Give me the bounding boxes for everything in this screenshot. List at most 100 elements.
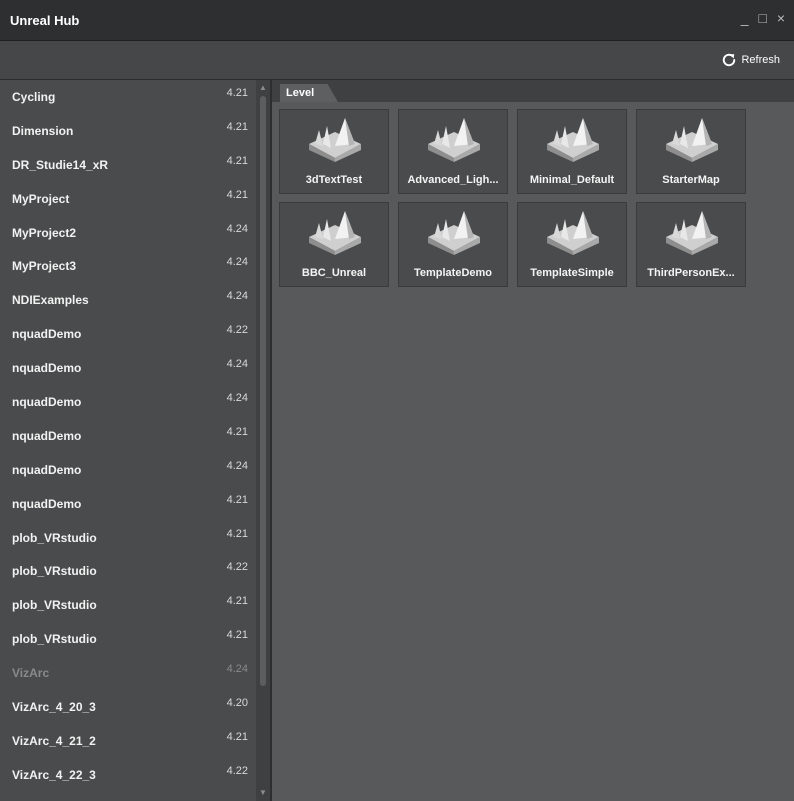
level-name: BBC_Unreal <box>301 267 367 279</box>
tab-strip: Level <box>272 80 794 102</box>
project-list-item[interactable]: MyProject3 4.24 <box>0 249 256 283</box>
level-browser: Level 3dTextTest Advanced_Ligh... Minimal_… <box>270 80 794 801</box>
engine-version: 4.21 <box>226 595 248 608</box>
project-name: nquadDemo <box>12 462 82 477</box>
level-map-icon <box>309 211 361 255</box>
engine-version: 4.24 <box>226 256 248 269</box>
level-tile[interactable]: BBC_Unreal <box>279 202 389 287</box>
engine-version: 4.22 <box>226 324 248 337</box>
project-name: nquadDemo <box>12 394 82 409</box>
engine-version: 4.24 <box>226 391 248 404</box>
project-name: nquadDemo <box>12 428 82 443</box>
engine-version: 4.21 <box>226 493 248 506</box>
engine-version: 4.21 <box>226 120 248 133</box>
project-list-item[interactable]: plob_VRstudio 4.21 <box>0 622 256 656</box>
project-name: VizArc_4_21_2 <box>12 733 96 748</box>
level-name: Minimal_Default <box>529 174 615 186</box>
project-name: DR_Studie14_xR <box>12 157 109 172</box>
project-name: nquadDemo <box>12 327 82 342</box>
level-map-icon <box>547 211 599 255</box>
project-list: Cycling 4.21 Dimension 4.21 DR_Studie14_xR 4.… <box>0 80 256 801</box>
level-map-icon <box>547 118 599 162</box>
level-map-icon <box>666 211 718 255</box>
refresh-icon <box>723 53 736 67</box>
engine-version: 4.22 <box>226 561 248 574</box>
project-list-item[interactable]: VizArc_4_22_3 4.22 <box>0 758 256 792</box>
app-title: Unreal Hub <box>10 13 80 28</box>
engine-version: 4.21 <box>226 154 248 167</box>
engine-version: 4.21 <box>226 730 248 743</box>
level-tile[interactable]: TemplateSimple <box>517 202 627 287</box>
project-list-item[interactable]: Cycling 4.21 <box>0 80 256 114</box>
project-name: nquadDemo <box>12 361 82 376</box>
project-list-item[interactable]: plob_VRstudio 4.22 <box>0 554 256 588</box>
engine-version: 4.21 <box>226 527 248 540</box>
level-tile[interactable]: 3dTextTest <box>279 109 389 194</box>
level-map-icon <box>428 118 480 162</box>
level-name: TemplateDemo <box>413 267 493 279</box>
scroll-down-arrow-icon[interactable]: ▼ <box>258 788 268 798</box>
project-list-item[interactable]: nquadDemo 4.22 <box>0 317 256 351</box>
project-name: Cycling <box>12 89 56 104</box>
level-name: StarterMap <box>662 174 720 186</box>
engine-version: 4.24 <box>226 222 248 235</box>
engine-version: 4.21 <box>226 188 248 201</box>
engine-version: 4.24 <box>226 358 248 371</box>
project-list-item[interactable]: Dimension 4.21 <box>0 114 256 148</box>
project-list-item[interactable]: nquadDemo 4.24 <box>0 453 256 487</box>
refresh-label: Refresh <box>741 54 780 66</box>
project-list-scrollbar[interactable]: ▲ ▼ <box>256 80 270 801</box>
refresh-button[interactable]: Refresh <box>720 51 780 69</box>
project-name: Dimension <box>12 123 74 138</box>
minimize-button[interactable]: _ <box>740 10 752 26</box>
level-name: 3dTextTest <box>305 174 363 186</box>
scrollbar-thumb[interactable] <box>260 96 266 686</box>
level-tile[interactable]: StarterMap <box>636 109 746 194</box>
engine-version: 4.22 <box>226 764 248 777</box>
level-map-icon <box>309 118 361 162</box>
project-list-item[interactable]: VizArc 4.24 <box>0 656 256 690</box>
project-list-item[interactable]: MyProject 4.21 <box>0 182 256 216</box>
project-name: MyProject3 <box>12 259 77 274</box>
project-name: plob_VRstudio <box>12 530 97 545</box>
project-name: NDIExamples <box>12 293 89 308</box>
project-list-item[interactable]: NDIExamples 4.24 <box>0 283 256 317</box>
engine-version: 4.24 <box>226 290 248 303</box>
tab-level[interactable]: Level <box>280 84 338 102</box>
project-name: VizArc_4_22_3 <box>12 767 96 782</box>
level-tile[interactable]: TemplateDemo <box>398 202 508 287</box>
engine-version: 4.24 <box>226 663 248 676</box>
scroll-up-arrow-icon[interactable]: ▲ <box>258 83 268 93</box>
project-list-item[interactable]: VizArc_4_21_2 4.21 <box>0 724 256 758</box>
project-list-item[interactable]: plob_VRstudio 4.21 <box>0 588 256 622</box>
maximize-button[interactable]: □ <box>757 10 769 26</box>
level-map-icon <box>666 118 718 162</box>
engine-version: 4.20 <box>226 696 248 709</box>
level-tile[interactable]: Minimal_Default <box>517 109 627 194</box>
project-list-item[interactable]: nquadDemo 4.21 <box>0 487 256 521</box>
toolbar: Refresh <box>0 41 794 80</box>
project-list-item[interactable]: nquadDemo 4.24 <box>0 385 256 419</box>
project-name: plob_VRstudio <box>12 598 97 613</box>
level-tile[interactable]: Advanced_Ligh... <box>398 109 508 194</box>
level-tile[interactable]: ThirdPersonEx... <box>636 202 746 287</box>
project-name: VizArc_4_20_3 <box>12 699 96 714</box>
project-list-item[interactable]: plob_VRstudio 4.21 <box>0 521 256 555</box>
window-controls: _ □ × <box>740 10 788 26</box>
level-name: Advanced_Ligh... <box>407 174 499 186</box>
project-list-item[interactable]: nquadDemo 4.21 <box>0 419 256 453</box>
project-list-item[interactable]: VizArc_4_20_3 4.20 <box>0 690 256 724</box>
project-name: plob_VRstudio <box>12 632 97 647</box>
project-name: MyProject <box>12 191 70 206</box>
level-map-icon <box>428 211 480 255</box>
project-name: VizArc <box>12 666 50 681</box>
project-name: nquadDemo <box>12 496 82 511</box>
engine-version: 4.21 <box>226 629 248 642</box>
project-list-item[interactable]: DR_Studie14_xR 4.21 <box>0 148 256 182</box>
level-name: TemplateSimple <box>530 267 614 279</box>
project-list-item[interactable]: nquadDemo 4.24 <box>0 351 256 385</box>
engine-version: 4.21 <box>226 425 248 438</box>
project-list-item[interactable]: MyProject2 4.24 <box>0 216 256 250</box>
engine-version: 4.24 <box>226 459 248 472</box>
close-button[interactable]: × <box>776 10 788 26</box>
